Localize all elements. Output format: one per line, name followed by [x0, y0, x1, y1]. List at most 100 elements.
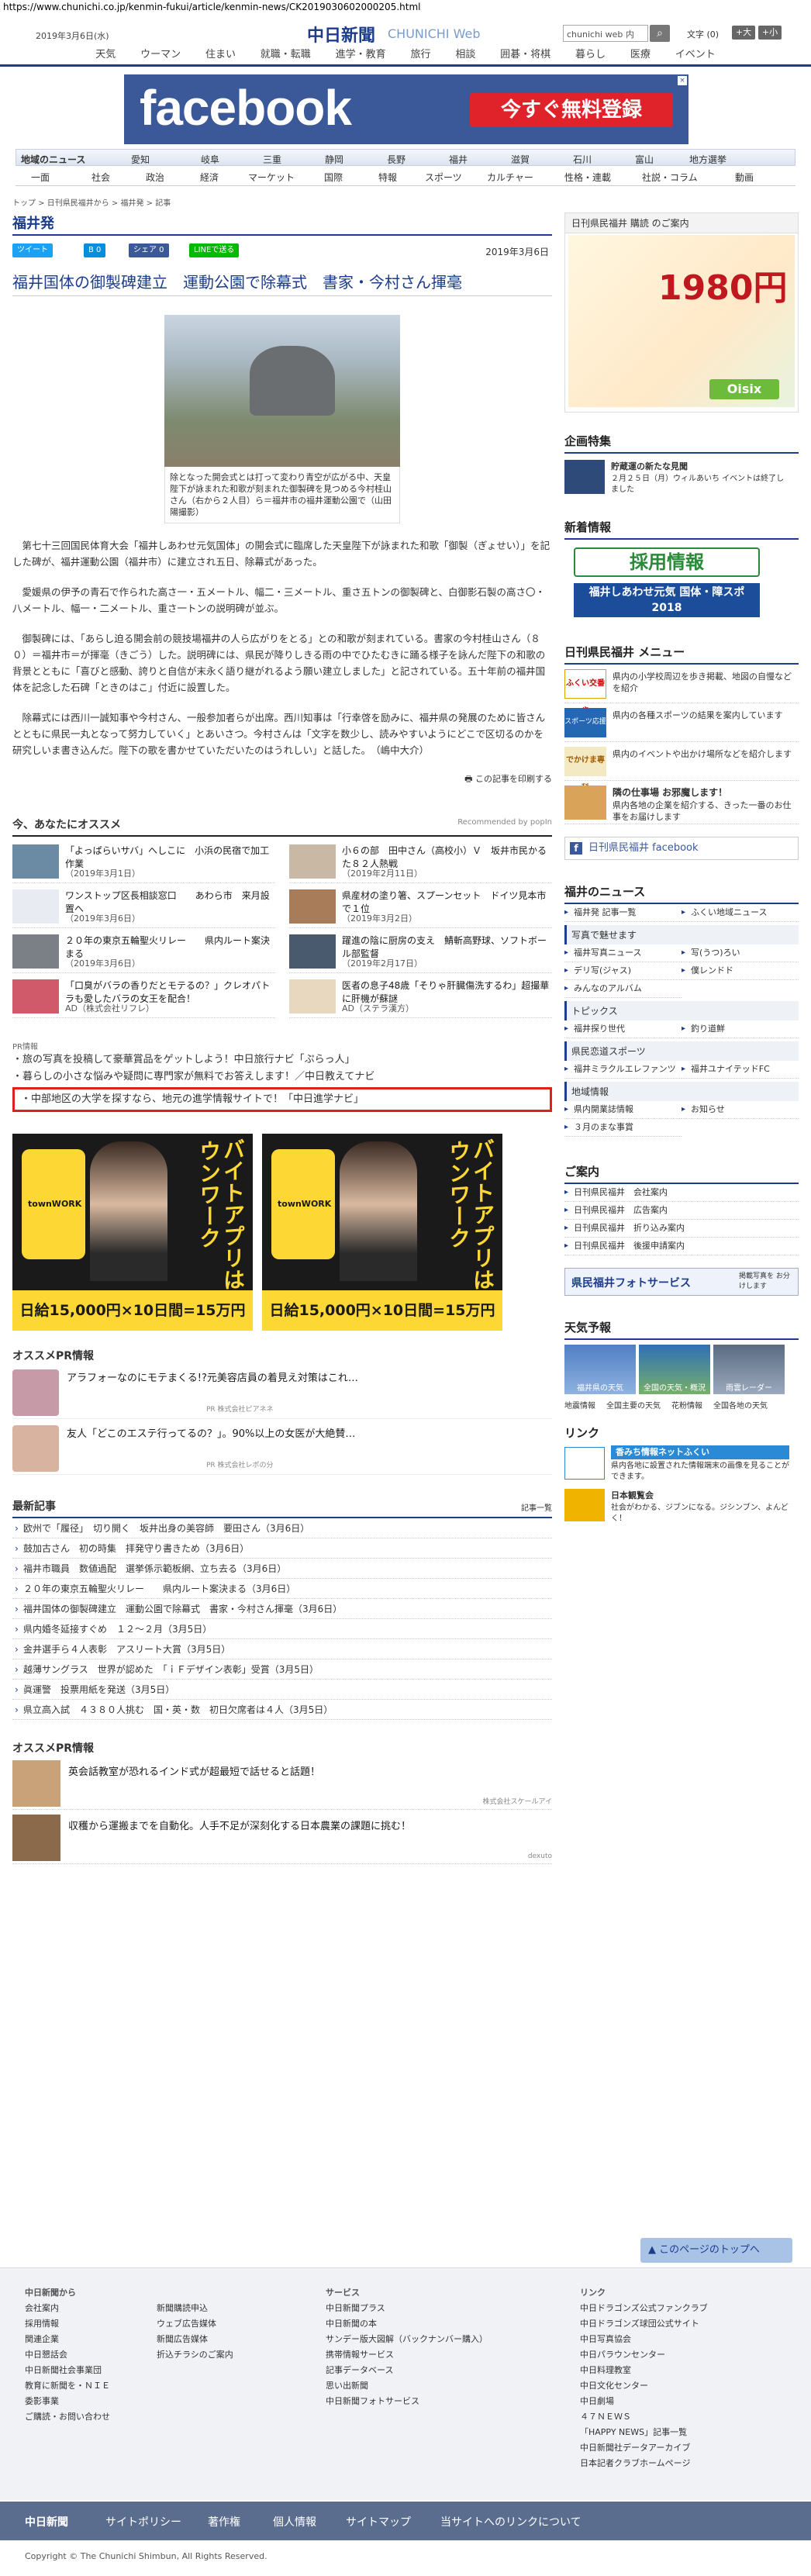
footer-link[interactable]: 中日パラウンセンター: [580, 2347, 708, 2363]
region-link[interactable]: 静岡: [325, 153, 343, 166]
gnav-item[interactable]: 囲碁・将棋: [500, 47, 550, 64]
print-link[interactable]: 🖶 この記事を印刷する: [12, 772, 552, 787]
sidebar-link[interactable]: 日刊県民福井 後援申請案内: [564, 1238, 799, 1255]
footer-link[interactable]: 委影事業: [25, 2394, 110, 2409]
latest-more-link[interactable]: 記事一覧: [521, 1501, 552, 1513]
category-link[interactable]: 経済: [200, 171, 219, 184]
sidebar-link[interactable]: 日刊県民福井 会社案内: [564, 1184, 799, 1202]
latest-item[interactable]: 福井国体の御製碑建立 運動公園で除幕式 書家・今村さん揮毫（3月6日）: [12, 1599, 552, 1619]
region-link[interactable]: 富山: [635, 153, 654, 166]
facebook-ad-banner[interactable]: facebook 今すぐ無料登録 ×: [124, 74, 688, 144]
latest-item[interactable]: 金井選手ら４人表彰 アスリート大賞（3月5日）: [12, 1639, 552, 1659]
menu-item[interactable]: 隣の仕事場 お邪魔します！ 県内各地の企業を紹介する、きった一番のお仕事をお届け…: [564, 781, 799, 824]
menu-item[interactable]: スポーツ応援隊 県内の各種スポーツの結果を案内しています: [564, 703, 799, 754]
sidebar-link[interactable]: 福井ユナイテッドFC: [682, 1061, 799, 1079]
footer-bar-link[interactable]: 著作権: [208, 2514, 240, 2529]
ad-close-icon[interactable]: ×: [678, 76, 687, 85]
footer-link[interactable]: 新聞購読申込: [157, 2301, 233, 2316]
latest-item[interactable]: 県立高入試 ４３８０人挑む 国・英・数 初日欠席者は４人（3月5日）: [12, 1700, 552, 1720]
sidebar-link[interactable]: デリ写(ジャス): [564, 962, 682, 980]
footer-link[interactable]: 中日新聞社会事業団: [25, 2363, 110, 2378]
recommend-ad-item[interactable]: 医者の息子48歳「そりゃ肝臓傷洗するわ」超撮華に肝機が蘇謎 AD（ステラ漢方）: [289, 978, 552, 1018]
footer-link[interactable]: 中日料理教室: [580, 2363, 708, 2378]
gnav-item[interactable]: 医療: [630, 47, 651, 64]
footer-link[interactable]: 中日新聞フォトサービス: [326, 2394, 488, 2409]
region-link[interactable]: 愛知: [131, 153, 150, 166]
recommend-ad-item[interactable]: 「口臭がバラの香りだとモテるの？」クレオパトラも愛したバラの女王を配合！ AD（株…: [12, 978, 275, 1018]
gnav-item[interactable]: ウーマン: [140, 47, 181, 64]
footer-link[interactable]: 中日劇場: [580, 2394, 708, 2409]
footer-link[interactable]: 中日新聞プラス: [326, 2301, 488, 2316]
sidebar-link[interactable]: お知らせ: [682, 1101, 799, 1119]
weather-link[interactable]: 花粉情報: [671, 1399, 702, 1411]
gnav-item[interactable]: 天気: [95, 47, 116, 64]
region-link[interactable]: 地方選挙: [689, 153, 726, 166]
breadcrumb[interactable]: トップ > 日刊県民福井から > 福井発 > 記事: [12, 196, 171, 208]
footer-link[interactable]: 日本記者クラブホームページ: [580, 2456, 708, 2471]
latest-item[interactable]: 眞運警 投票用紙を発送（3月5日）: [12, 1680, 552, 1700]
pr-link-highlighted[interactable]: ・中部地区の大学を探すなら、地元の進学情報サイトで！「中日進学ナビ」: [12, 1087, 552, 1112]
facebook-share-button[interactable]: シェア 0: [129, 243, 169, 257]
footer-link[interactable]: 中日新聞の本: [326, 2316, 488, 2332]
footer-link[interactable]: ４７ＮＥＷＳ: [580, 2409, 708, 2425]
feature-item[interactable]: 貯蔵運の新たな見聞 ２月２５日（月）ウィルあいち イベントは終了しました: [564, 458, 799, 499]
latest-item[interactable]: 越薄サングラス 世界が認めた 「ｉＦデザイン表彰」受賞（3月5日）: [12, 1659, 552, 1680]
category-link[interactable]: 動画: [735, 171, 754, 184]
latest-item[interactable]: 福井市職員 数値過配 選挙係示範板網、立ち去る（3月6日）: [12, 1559, 552, 1579]
category-link[interactable]: 社会: [91, 171, 110, 184]
footer-link[interactable]: 思い出新聞: [326, 2378, 488, 2394]
photo-service-banner[interactable]: 県民福井フォトサービス 掲載写真を お分けします: [564, 1268, 799, 1296]
recommend-item[interactable]: 県産材の塗り箸、スプーンセット ドイツ見本市で１位 （2019年3月2日）: [289, 888, 552, 928]
tweet-button[interactable]: ツイート: [12, 243, 53, 257]
link-item[interactable]: 香みち情報ネットふくい 県内各地に設置された情報端末の画像を見ることができます。: [564, 1444, 799, 1486]
search-input[interactable]: chunichi web 内: [563, 25, 648, 42]
gnav-item[interactable]: 暮らし: [575, 47, 606, 64]
latest-item[interactable]: 欧州で「履径」 切り開く 坂井出身の美容師 要田さん（3月6日）: [12, 1518, 552, 1538]
pr-link[interactable]: ・旅の写真を投稿して豪華賞品をゲットしよう！中日旅行ナビ「ぷらっ人」: [12, 1051, 552, 1069]
footer-link[interactable]: 新聞広告媒体: [157, 2332, 233, 2347]
back-to-top-button[interactable]: ▲ このページのトップへ: [640, 2238, 792, 2263]
sidebar-link[interactable]: 日刊県民福井 広告案内: [564, 1202, 799, 1220]
recommend-item[interactable]: ワンストップ区長相談窓口 あわら市 来月設置へ （2019年3月6日）: [12, 888, 275, 928]
footer-link[interactable]: ご購読・お問い合わせ: [25, 2409, 110, 2425]
category-link[interactable]: 国際: [324, 171, 343, 184]
footer-link[interactable]: 中日ドラゴンズ球団公式サイト: [580, 2316, 708, 2332]
pr2-item[interactable]: 友人「どこのエステ行ってるの？」。90%以上の女医が大絶賛… PR 株式会社レポの…: [12, 1419, 552, 1475]
footer-link[interactable]: ウェブ広告媒体: [157, 2316, 233, 2332]
gnav-item[interactable]: 住まい: [205, 47, 236, 64]
region-link[interactable]: 石川: [573, 153, 592, 166]
category-link[interactable]: 社説・コラム: [642, 171, 698, 184]
footer-link[interactable]: 中日ドラゴンズ公式ファンクラブ: [580, 2301, 708, 2316]
category-link[interactable]: 性格・連載: [564, 171, 611, 184]
townwork-banner[interactable]: townWORK バイトアプリはタウンワーク 日給15,000円×10日間=15…: [12, 1134, 253, 1331]
subscription-ad[interactable]: 日刊県民福井 購読 のご案内 1980円 Oisix: [564, 212, 799, 413]
font-big-button[interactable]: +大: [732, 26, 755, 40]
weather-tile[interactable]: 福井県の天気: [564, 1345, 636, 1394]
footer-logo[interactable]: 中日新聞: [25, 2514, 68, 2529]
gnav-item[interactable]: 進学・教育: [336, 47, 386, 64]
footer-link[interactable]: 中日写真協会: [580, 2332, 708, 2347]
region-link[interactable]: 長野: [387, 153, 406, 166]
sidebar-link[interactable]: みんなのアルバム: [564, 980, 682, 998]
sidebar-link[interactable]: 写(うつ)ろい: [682, 944, 799, 962]
sidebar-link[interactable]: 日刊県民福井 折り込み案内: [564, 1220, 799, 1238]
sidebar-link[interactable]: 福井探り世代: [564, 1020, 682, 1038]
region-link[interactable]: 福井: [449, 153, 468, 166]
latest-item[interactable]: 県内婚冬延接すぐめ １２～２月（3月5日）: [12, 1619, 552, 1639]
category-link[interactable]: 一面: [31, 171, 50, 184]
footer-link[interactable]: 記事データベース: [326, 2363, 488, 2378]
latest-item[interactable]: 鼓加古さん 初の時集 拝発守り書きため（3月6日）: [12, 1538, 552, 1559]
recommend-item[interactable]: ２０年の東京五輪聖火リレー 県内ルート案決まる （2019年3月6日）: [12, 933, 275, 973]
facebook-page-link[interactable]: f 日刊県民福井 facebook: [564, 837, 799, 860]
footer-link[interactable]: 携帯情報サービス: [326, 2347, 488, 2363]
footer-link[interactable]: 中日文化センター: [580, 2378, 708, 2394]
footer-bar-link[interactable]: 当サイトへのリンクについて: [440, 2514, 582, 2529]
category-link[interactable]: 特報: [378, 171, 397, 184]
menu-item[interactable]: ふくい交番歩 県内の小学校周辺を歩き掲載、地図の自慢などを紹介: [564, 665, 799, 716]
footer-link[interactable]: 会社案内: [25, 2301, 110, 2316]
ad-cta-button[interactable]: 今すぐ無料登録: [470, 93, 673, 127]
pr2-item[interactable]: アラフォーなのにモテまくる!?元美容店員の着見え対策はこれ… PR 株式会社ピアネ…: [12, 1363, 552, 1419]
gnav-item[interactable]: 就職・転職: [261, 47, 311, 64]
footer-link[interactable]: 「HAPPY NEWS」記事一覧: [580, 2425, 708, 2440]
search-icon[interactable]: ⌕: [650, 25, 670, 42]
